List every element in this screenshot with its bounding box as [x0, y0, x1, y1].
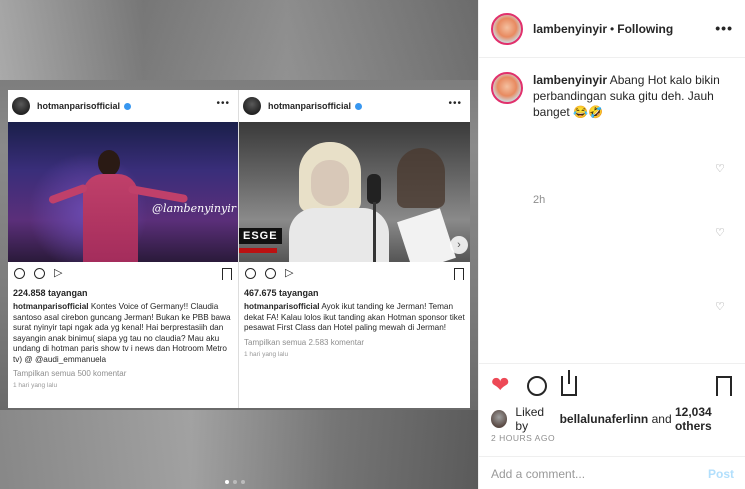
background-person: [397, 148, 445, 208]
watermark: @lambenyinyir: [152, 202, 236, 215]
embedded-post-header: hotmanparisofficial •••: [239, 90, 470, 122]
share-icon[interactable]: [561, 370, 577, 396]
commenter-avatar[interactable]: [491, 72, 523, 104]
embedded-username: hotmanparisofficial: [37, 101, 121, 111]
singer-figure: [289, 142, 399, 262]
comment-like-icon[interactable]: [715, 162, 725, 175]
caption-username: hotmanparisofficial: [244, 302, 320, 311]
add-comment-input[interactable]: [491, 466, 691, 482]
more-options-icon[interactable]: •••: [715, 20, 733, 36]
share-icon: ▷: [285, 267, 294, 279]
view-count: 224.858 tayangan: [13, 288, 88, 298]
embedded-post-image: ESGE: [239, 122, 470, 262]
carousel-dot-active: [225, 480, 229, 484]
view-all-comments: Tampilkan semua 2.583 komentar: [244, 337, 365, 347]
channel-logo: ESGE: [239, 228, 282, 244]
embedded-post-right: hotmanparisofficial ••• ESGE ▷ 467.675 t…: [238, 90, 470, 408]
like-icon[interactable]: ❤: [491, 374, 509, 396]
comment-icon: [265, 268, 276, 279]
author-username[interactable]: lambenyinyir: [533, 22, 607, 36]
bookmark-icon[interactable]: [716, 376, 732, 396]
embedded-post-header: hotmanparisofficial •••: [8, 90, 238, 122]
comment-like-icon[interactable]: [715, 300, 725, 313]
liker-username[interactable]: bellalunaferlinn: [560, 412, 649, 426]
verified-badge-icon: [355, 102, 363, 110]
comments-section: lambenyinyir Abang Hot kalo bikin perban…: [479, 58, 745, 363]
verified-badge-icon: [124, 102, 132, 110]
embedded-post-actions: ▷: [8, 262, 238, 286]
embedded-username: hotmanparisofficial: [268, 101, 352, 111]
likes-middle: and: [651, 412, 672, 426]
likes-prefix: Liked by: [515, 405, 545, 433]
comment-icon: [34, 268, 45, 279]
liker-avatar[interactable]: [491, 410, 508, 428]
singer-face: [311, 160, 349, 206]
embedded-caption: hotmanparisofficial Kontes Voice of Germ…: [8, 298, 238, 365]
bookmark-icon: [222, 268, 232, 280]
comment-like-icon[interactable]: [715, 226, 725, 239]
more-options-icon: •••: [216, 98, 230, 109]
comment-username[interactable]: lambenyinyir: [533, 73, 607, 87]
author-avatar[interactable]: [491, 12, 523, 45]
post-time: 1 hari yang lalu: [244, 350, 289, 358]
post-sidebar: lambenyinyir • Following ••• lambenyinyi…: [478, 0, 745, 489]
likes-summary: Liked by bellalunaferlinn and 12,034 oth…: [491, 405, 745, 433]
microphone-stand: [373, 202, 376, 262]
lyric-sheet: [397, 208, 456, 262]
caption-text: Kontes Voice of Germany!! Claudia santos…: [13, 302, 231, 364]
bookmark-icon: [454, 268, 464, 280]
comment-time: 2h: [533, 194, 546, 206]
share-icon: ▷: [54, 267, 63, 279]
add-comment-bar: Post: [479, 456, 745, 489]
singer-head: [98, 150, 120, 176]
carousel-dots: [225, 480, 245, 484]
view-count: 467.675 tayangan: [244, 288, 319, 298]
post-header: lambenyinyir • Following •••: [479, 0, 745, 58]
embedded-post-left: hotmanparisofficial ••• @lambenyinyir ▷: [8, 90, 238, 408]
heart-icon: [14, 268, 25, 279]
comment-icon[interactable]: [527, 376, 547, 396]
comment-body: lambenyinyir Abang Hot kalo bikin perban…: [533, 72, 733, 120]
embedded-post-image: @lambenyinyir: [8, 122, 238, 262]
channel-logo-bar: [239, 248, 277, 253]
view-all-comments: Tampilkan semua 500 komentar: [13, 369, 127, 378]
following-button[interactable]: Following: [617, 22, 673, 36]
embedded-caption: hotmanparisofficial Ayok ikut tanding ke…: [239, 298, 470, 334]
avatar: [12, 97, 30, 115]
post-time: 1 hari yang lalu: [13, 382, 58, 389]
blurred-background: [0, 0, 478, 80]
caption-comment: lambenyinyir Abang Hot kalo bikin perban…: [491, 72, 733, 120]
blurred-background-bottom: [0, 410, 478, 489]
avatar: [243, 97, 261, 115]
next-slide-button[interactable]: ›: [450, 236, 468, 254]
post-media: hotmanparisofficial ••• @lambenyinyir ▷: [0, 0, 478, 489]
caption-username: hotmanparisofficial: [13, 302, 89, 311]
likes-count[interactable]: 12,034 others: [675, 405, 745, 433]
more-options-icon: •••: [448, 98, 462, 109]
heart-icon: [245, 268, 256, 279]
post-actions: ❤: [479, 363, 745, 403]
separator: •: [610, 21, 615, 36]
carousel-dot: [241, 480, 245, 484]
post-timestamp: 2 HOURS AGO: [491, 433, 556, 443]
embedded-post-actions: ▷: [239, 262, 470, 286]
microphone: [367, 174, 381, 204]
singer-figure: [47, 142, 189, 262]
post-button[interactable]: Post: [708, 467, 734, 481]
instagram-post-view: hotmanparisofficial ••• @lambenyinyir ▷: [0, 0, 745, 489]
carousel-dot: [233, 480, 237, 484]
